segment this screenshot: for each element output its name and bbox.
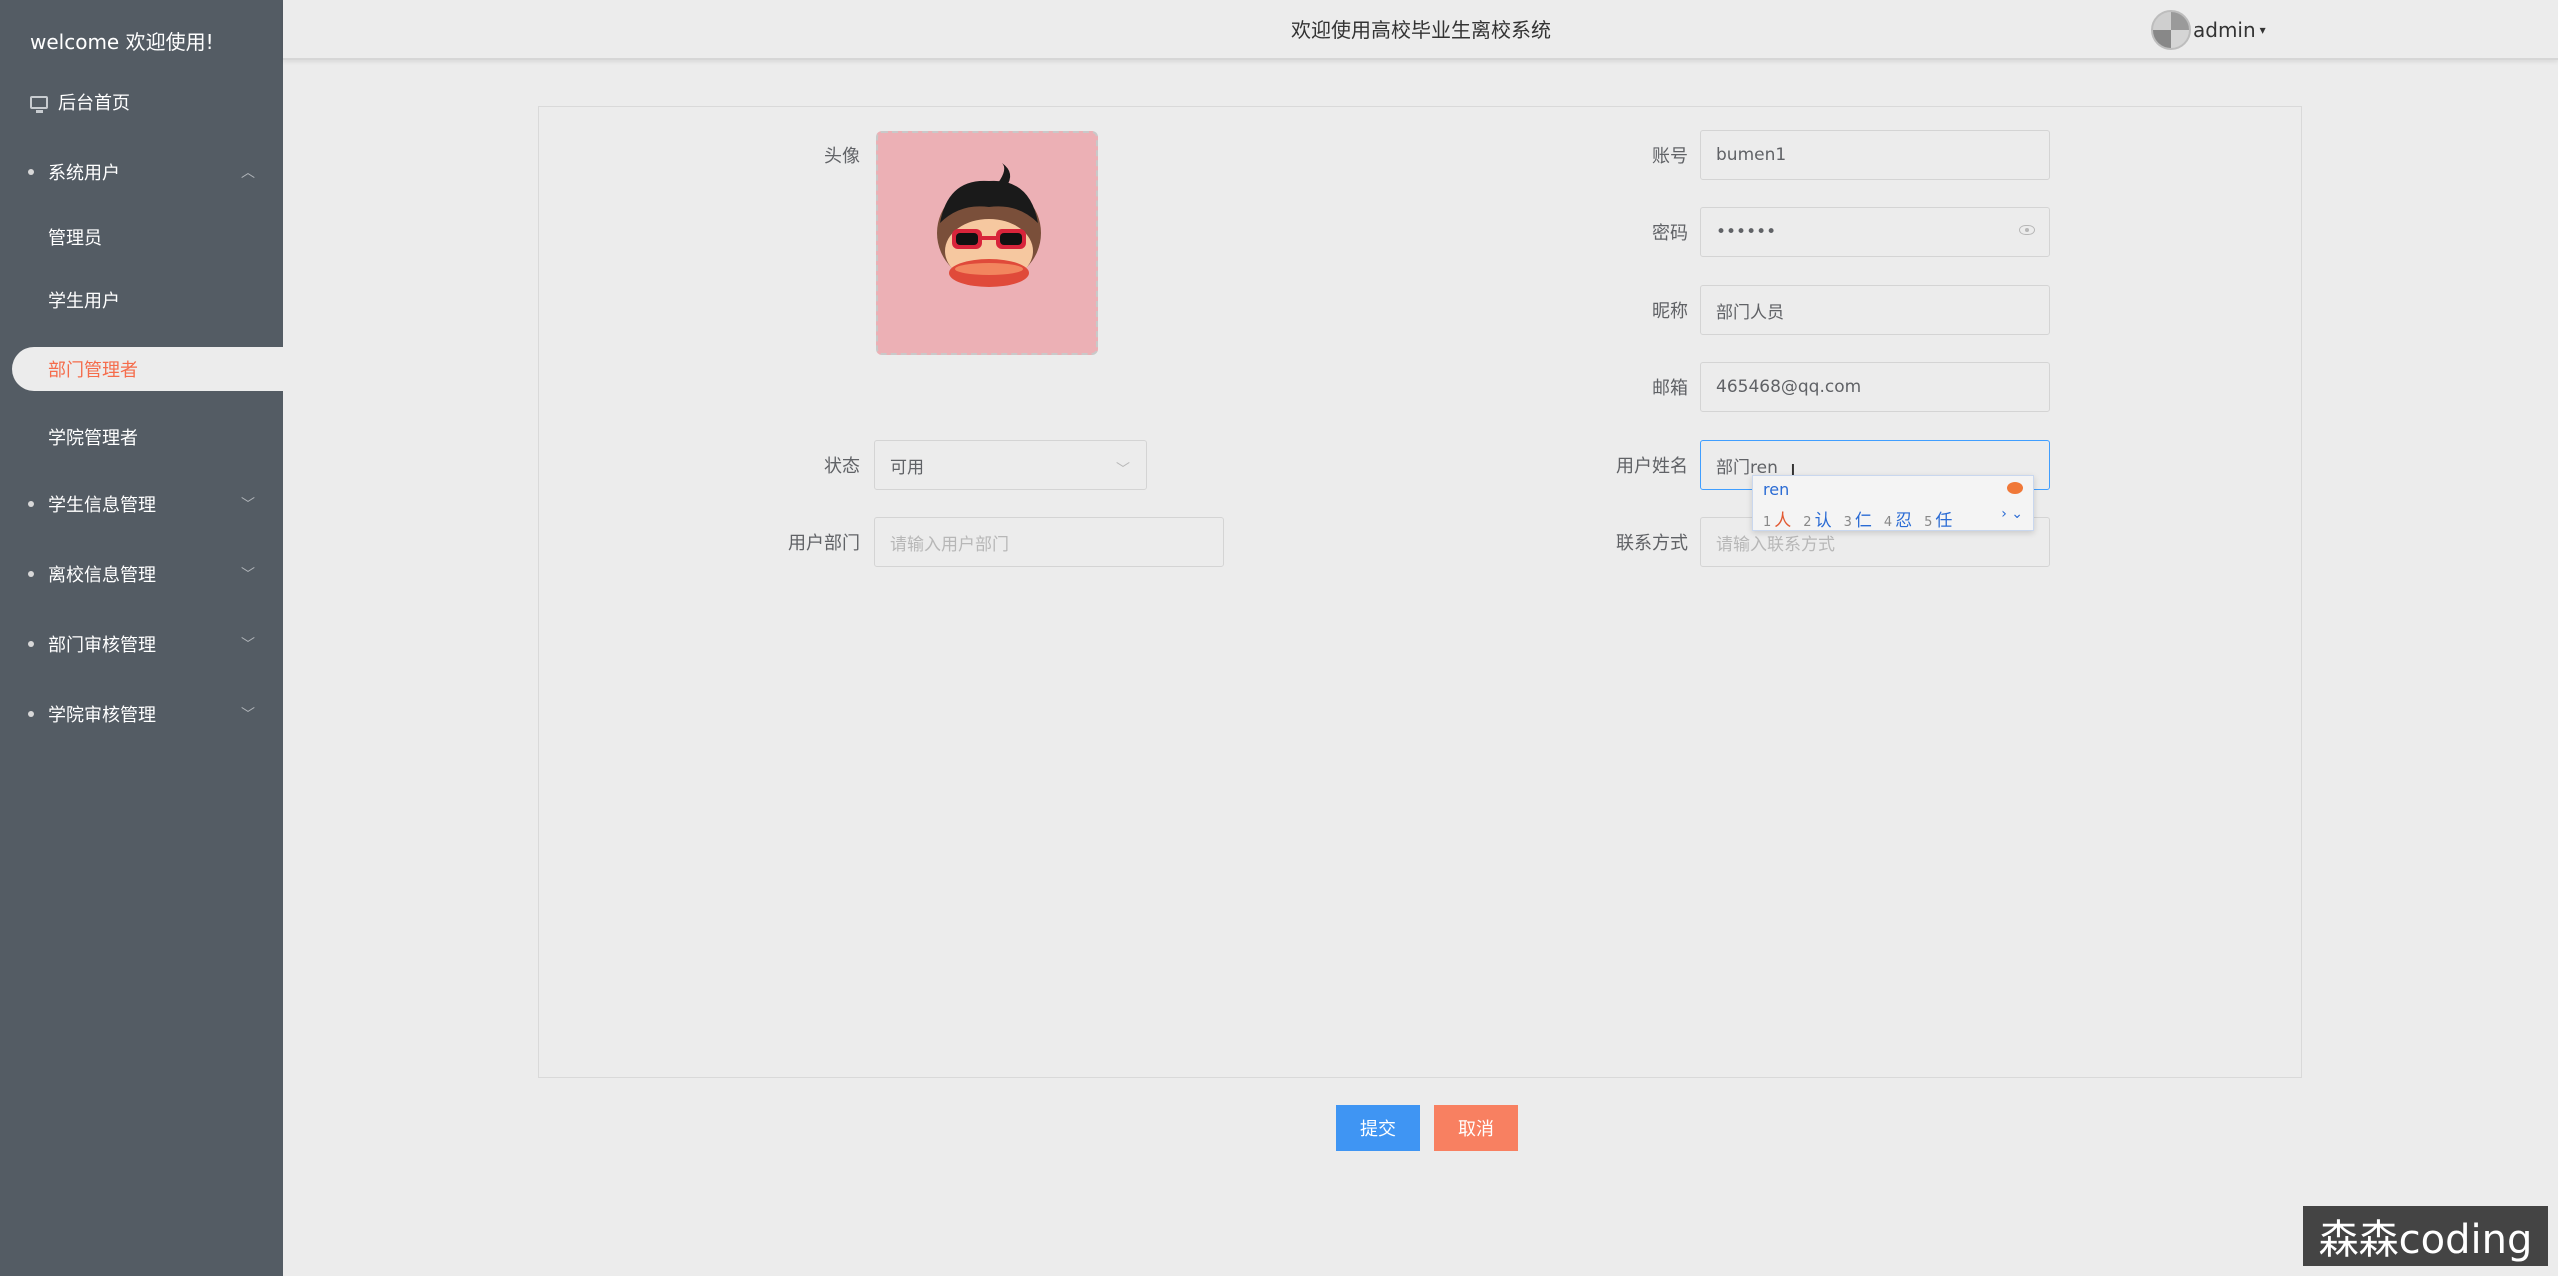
sidebar-item-label: 部门审核管理 <box>48 635 156 656</box>
contact-placeholder: 请输入联系方式 <box>1716 534 1835 555</box>
avatar-label: 头像 <box>824 146 860 167</box>
ime-candidate[interactable]: 4忍 <box>1884 506 1912 531</box>
nickname-value: 部门人员 <box>1716 302 1784 323</box>
sidebar-item-label: 后台首页 <box>58 93 130 114</box>
password-label: 密码 <box>1652 223 1688 244</box>
user-name: admin <box>2193 18 2256 42</box>
email-input[interactable]: 465468@qq.com <box>1700 362 2050 412</box>
sidebar-item-label: 离校信息管理 <box>48 565 156 586</box>
sidebar-item-leaving-info[interactable]: 离校信息管理 ﹀ <box>0 544 283 604</box>
chevron-down-icon: ﹀ <box>241 567 255 583</box>
sidebar-item-home[interactable]: 后台首页 <box>0 72 283 132</box>
sidebar: welcome 欢迎使用! 后台首页 系统用户 ︿ 管理员 学生用户 部门管理者… <box>0 0 283 1276</box>
sidebar-item-student-info[interactable]: 学生信息管理 ﹀ <box>0 474 283 534</box>
sidebar-item-system-users[interactable]: 系统用户 ︿ <box>0 142 283 202</box>
chevron-down-icon: ﹀ <box>241 497 255 513</box>
sidebar-item-label: 学生用户 <box>48 291 120 312</box>
cancel-button[interactable]: 取消 <box>1434 1105 1518 1151</box>
ime-pinyin: ren <box>1763 480 1790 499</box>
ime-candidate[interactable]: 1人 <box>1763 506 1791 531</box>
ime-candidate[interactable]: 2认 <box>1803 506 1831 531</box>
account-input[interactable]: bumen1 <box>1700 130 2050 180</box>
top-header: 欢迎使用高校毕业生离校系统 admin ▾ <box>283 0 2558 60</box>
chevron-up-icon: ︿ <box>241 165 255 181</box>
contact-label: 联系方式 <box>1616 533 1688 554</box>
status-select[interactable]: 可用 ﹀ <box>874 440 1147 490</box>
ime-candidate[interactable]: 3仁 <box>1844 506 1872 531</box>
chevron-down-icon: ﹀ <box>1116 462 1130 478</box>
dept-placeholder: 请输入用户部门 <box>890 534 1009 555</box>
status-label: 状态 <box>824 456 860 477</box>
sidebar-item-label: 部门管理者 <box>48 360 138 381</box>
password-value: •••••• <box>1716 222 1777 242</box>
sidebar-item-admin[interactable]: 管理员 <box>0 207 283 267</box>
status-value: 可用 <box>890 457 924 478</box>
email-label: 邮箱 <box>1652 378 1688 399</box>
account-label: 账号 <box>1652 146 1688 167</box>
bullet-icon <box>28 169 34 175</box>
sidebar-item-label: 系统用户 <box>48 163 120 184</box>
ime-next-icon[interactable]: › ⌄ <box>2001 506 2023 522</box>
bullet-icon <box>28 641 34 647</box>
bullet-icon <box>28 571 34 577</box>
sidebar-item-dept-review[interactable]: 部门审核管理 ﹀ <box>0 614 283 674</box>
nickname-input[interactable]: 部门人员 <box>1700 285 2050 335</box>
nickname-label: 昵称 <box>1652 301 1688 322</box>
sidebar-item-dept-manager[interactable]: 部门管理者 <box>12 347 283 391</box>
submit-button[interactable]: 提交 <box>1336 1105 1420 1151</box>
caret-down-icon: ▾ <box>2259 23 2266 37</box>
watermark: 森森coding <box>2303 1206 2548 1266</box>
monkey-avatar-icon <box>937 163 1041 287</box>
email-value: 465468@qq.com <box>1716 377 1862 397</box>
sidebar-item-college-manager[interactable]: 学院管理者 <box>0 407 283 467</box>
dept-input[interactable]: 请输入用户部门 <box>874 517 1224 567</box>
ime-candidate-popup: ren 1人 2认 3仁 4忍 5任 › ⌄ <box>1752 475 2034 531</box>
sidebar-item-label: 学院管理者 <box>48 428 138 449</box>
sidebar-item-label: 管理员 <box>48 228 102 249</box>
bullet-icon <box>28 711 34 717</box>
avatar <box>2151 10 2191 50</box>
password-input[interactable]: •••••• <box>1700 207 2050 257</box>
user-menu[interactable]: admin ▾ <box>2151 10 2266 50</box>
chevron-down-icon: ﹀ <box>241 637 255 653</box>
dept-label: 用户部门 <box>788 533 860 554</box>
sidebar-item-label: 学生信息管理 <box>48 495 156 516</box>
sidebar-item-label: 学院审核管理 <box>48 705 156 726</box>
name-value: 部门ren <box>1716 457 1778 478</box>
ime-candidate[interactable]: 5任 <box>1924 506 1952 531</box>
sidebar-item-student-users[interactable]: 学生用户 <box>0 270 283 330</box>
account-value: bumen1 <box>1716 145 1787 165</box>
chevron-down-icon: ﹀ <box>241 707 255 723</box>
eye-icon[interactable] <box>2019 225 2035 235</box>
avatar-upload[interactable] <box>876 131 1098 355</box>
monitor-icon <box>30 95 48 113</box>
bullet-icon <box>28 501 34 507</box>
ime-logo-icon <box>2007 482 2023 494</box>
ime-candidates: 1人 2认 3仁 4忍 5任 <box>1763 506 1952 531</box>
name-label: 用户姓名 <box>1616 456 1688 477</box>
sidebar-item-college-review[interactable]: 学院审核管理 ﹀ <box>0 684 283 744</box>
sidebar-welcome: welcome 欢迎使用! <box>30 30 214 54</box>
page-title: 欢迎使用高校毕业生离校系统 <box>1291 18 1551 42</box>
